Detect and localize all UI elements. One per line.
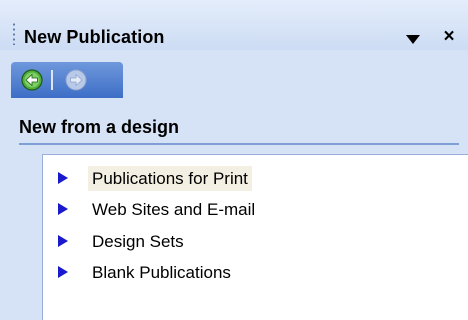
task-pane-title: New Publication <box>24 27 165 47</box>
task-pane: New Publication × New from a design Publ… <box>0 0 468 320</box>
list-item-publications-for-print[interactable]: Publications for Print <box>43 163 468 192</box>
triangle-right-icon <box>58 266 68 278</box>
back-button[interactable] <box>21 69 43 91</box>
drag-grip-handle[interactable] <box>13 22 15 45</box>
triangle-right-icon <box>58 235 68 247</box>
triangle-right-icon <box>58 203 68 215</box>
section-divider <box>19 143 459 145</box>
list-item-web-sites-and-email[interactable]: Web Sites and E-mail <box>43 194 468 223</box>
list-item-label: Web Sites and E-mail <box>92 200 256 219</box>
list-item-label: Blank Publications <box>92 263 231 282</box>
list-item-design-sets[interactable]: Design Sets <box>43 226 468 255</box>
triangle-down-icon <box>406 35 420 44</box>
forward-arrow-icon <box>65 69 87 91</box>
navigation-bar <box>11 62 123 98</box>
back-arrow-icon <box>21 69 43 91</box>
forward-button[interactable] <box>65 69 87 91</box>
pane-dropdown-button[interactable] <box>405 33 421 47</box>
list-item-label: Publications for Print <box>88 166 252 191</box>
section-heading: New from a design <box>19 117 180 137</box>
list-item-label: Design Sets <box>92 232 184 251</box>
nav-separator <box>51 70 53 90</box>
close-button[interactable]: × <box>440 27 458 47</box>
task-pane-titlebar: New Publication × <box>0 0 468 50</box>
triangle-right-icon <box>58 172 68 184</box>
design-category-list: Publications for Print Web Sites and E-m… <box>42 154 468 320</box>
list-item-blank-publications[interactable]: Blank Publications <box>43 257 468 286</box>
